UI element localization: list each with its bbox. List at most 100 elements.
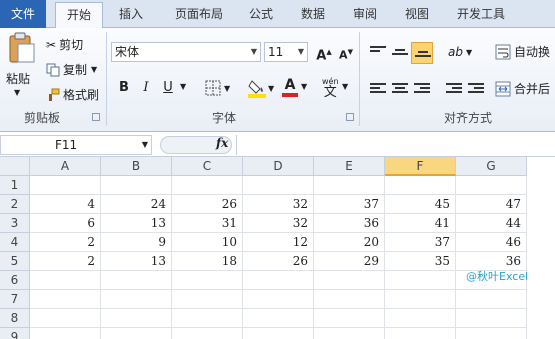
- cell-c9[interactable]: [172, 328, 243, 339]
- orientation-dropdown-icon[interactable]: ▼: [466, 48, 472, 57]
- cell-a5[interactable]: 2: [30, 252, 101, 271]
- fill-color-button[interactable]: ▼: [248, 78, 274, 98]
- bold-button[interactable]: B: [114, 78, 134, 98]
- cell-a6[interactable]: [30, 271, 101, 290]
- column-header-c[interactable]: C: [172, 157, 243, 176]
- row-header-2[interactable]: 2: [0, 195, 30, 214]
- cell-e6[interactable]: [314, 271, 385, 290]
- cell-c3[interactable]: 31: [172, 214, 243, 233]
- cell-g7[interactable]: [456, 290, 527, 309]
- row-header-9[interactable]: 9: [0, 328, 30, 339]
- column-header-f[interactable]: F: [385, 157, 456, 176]
- column-header-g[interactable]: G: [456, 157, 527, 176]
- cell-g8[interactable]: [456, 309, 527, 328]
- cut-button[interactable]: ✂ 剪切: [46, 36, 83, 53]
- cell-g3[interactable]: 44: [456, 214, 527, 233]
- cell-d2[interactable]: 32: [243, 195, 314, 214]
- tab-home[interactable]: 开始: [55, 2, 103, 29]
- cell-b2[interactable]: 24: [101, 195, 172, 214]
- cell-f5[interactable]: 35: [385, 252, 456, 271]
- tab-file[interactable]: 文件: [0, 0, 46, 28]
- wrap-text-button[interactable]: 自动换: [495, 43, 550, 60]
- row-header-6[interactable]: 6: [0, 271, 30, 290]
- row-header-4[interactable]: 4: [0, 233, 30, 252]
- tab-view[interactable]: 视图: [394, 0, 440, 28]
- cell-c7[interactable]: [172, 290, 243, 309]
- cell-d9[interactable]: [243, 328, 314, 339]
- cell-f8[interactable]: [385, 309, 456, 328]
- align-center-icon[interactable]: [392, 83, 408, 95]
- cell-d3[interactable]: 32: [243, 214, 314, 233]
- paste-dropdown-icon[interactable]: ▼: [14, 88, 20, 97]
- align-middle-icon[interactable]: [392, 49, 408, 61]
- cell-b1[interactable]: [101, 176, 172, 195]
- align-left-icon[interactable]: [370, 83, 386, 95]
- cell-f9[interactable]: [385, 328, 456, 339]
- copy-dropdown-icon[interactable]: ▼: [91, 65, 97, 74]
- copy-button[interactable]: 复制 ▼: [46, 61, 97, 78]
- increase-indent-icon[interactable]: [468, 83, 484, 95]
- column-header-a[interactable]: A: [30, 157, 101, 176]
- grow-font-button[interactable]: A▲: [314, 42, 334, 63]
- cell-b3[interactable]: 13: [101, 214, 172, 233]
- cell-f7[interactable]: [385, 290, 456, 309]
- cell-f6[interactable]: [385, 271, 456, 290]
- align-right-icon[interactable]: [414, 83, 430, 95]
- insert-function-icon[interactable]: fx: [216, 136, 228, 150]
- format-painter-button[interactable]: 格式刷: [46, 86, 99, 103]
- cell-g1[interactable]: [456, 176, 527, 195]
- cell-e5[interactable]: 29: [314, 252, 385, 271]
- cell-e8[interactable]: [314, 309, 385, 328]
- font-name-select[interactable]: 宋体 ▼: [111, 42, 261, 62]
- cell-c1[interactable]: [172, 176, 243, 195]
- row-header-3[interactable]: 3: [0, 214, 30, 233]
- cell-a2[interactable]: 4: [30, 195, 101, 214]
- row-header-5[interactable]: 5: [0, 252, 30, 271]
- align-top-icon[interactable]: [370, 46, 386, 58]
- tab-formulas[interactable]: 公式: [238, 0, 284, 28]
- cell-c2[interactable]: 26: [172, 195, 243, 214]
- cell-d1[interactable]: [243, 176, 314, 195]
- cell-b5[interactable]: 13: [101, 252, 172, 271]
- formula-input[interactable]: [236, 135, 555, 155]
- cell-a7[interactable]: [30, 290, 101, 309]
- underline-dropdown-icon[interactable]: ▼: [180, 82, 186, 91]
- decrease-indent-icon[interactable]: [446, 83, 462, 95]
- borders-button[interactable]: ▼: [205, 80, 230, 96]
- cell-b7[interactable]: [101, 290, 172, 309]
- tab-review[interactable]: 审阅: [342, 0, 388, 28]
- cell-d4[interactable]: 12: [243, 233, 314, 252]
- cell-a9[interactable]: [30, 328, 101, 339]
- column-header-d[interactable]: D: [243, 157, 314, 176]
- cell-e4[interactable]: 20: [314, 233, 385, 252]
- underline-button[interactable]: U: [158, 78, 178, 98]
- font-launcher-icon[interactable]: [346, 113, 354, 121]
- paste-button[interactable]: [4, 32, 38, 64]
- cell-d5[interactable]: 26: [243, 252, 314, 271]
- cell-d7[interactable]: [243, 290, 314, 309]
- cell-f4[interactable]: 37: [385, 233, 456, 252]
- cell-e3[interactable]: 36: [314, 214, 385, 233]
- tab-developer[interactable]: 开发工具: [446, 0, 516, 28]
- clipboard-launcher-icon[interactable]: [92, 113, 100, 121]
- row-header-1[interactable]: 1: [0, 176, 30, 195]
- name-box[interactable]: F11 ▼: [0, 135, 152, 155]
- cell-d8[interactable]: [243, 309, 314, 328]
- cell-f2[interactable]: 45: [385, 195, 456, 214]
- cell-g9[interactable]: [456, 328, 527, 339]
- cell-b4[interactable]: 9: [101, 233, 172, 252]
- cell-b8[interactable]: [101, 309, 172, 328]
- select-all-corner[interactable]: [0, 157, 30, 176]
- font-color-button[interactable]: A: [282, 78, 298, 97]
- row-header-7[interactable]: 7: [0, 290, 30, 309]
- cell-f3[interactable]: 41: [385, 214, 456, 233]
- cell-a3[interactable]: 6: [30, 214, 101, 233]
- shrink-font-button[interactable]: A▼: [336, 42, 356, 62]
- tab-page-layout[interactable]: 页面布局: [160, 0, 238, 28]
- cell-a4[interactable]: 2: [30, 233, 101, 252]
- tab-insert[interactable]: 插入: [110, 0, 152, 28]
- cell-e1[interactable]: [314, 176, 385, 195]
- italic-button[interactable]: I: [136, 78, 156, 98]
- cell-c5[interactable]: 18: [172, 252, 243, 271]
- cell-e9[interactable]: [314, 328, 385, 339]
